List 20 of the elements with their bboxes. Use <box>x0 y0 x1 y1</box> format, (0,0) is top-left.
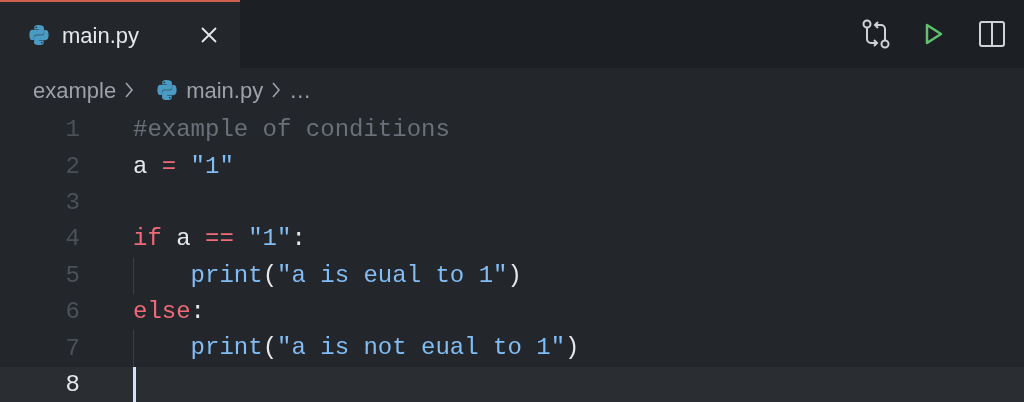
code-line: print("a is eual to 1") <box>133 257 522 294</box>
code-line: #example of conditions <box>133 115 450 146</box>
code-line: else: <box>133 297 205 328</box>
python-icon <box>156 79 179 101</box>
editor-tab[interactable]: main.py <box>0 0 240 68</box>
run-icon[interactable] <box>924 22 944 46</box>
chevron-icon <box>124 81 135 99</box>
line-number: 8 <box>64 369 80 400</box>
close-icon[interactable] <box>200 26 218 44</box>
code-line: a = "1" <box>133 151 234 182</box>
breadcrumb-item[interactable]: example <box>33 73 117 107</box>
breadcrumb-item[interactable]: main.py <box>186 73 264 107</box>
text-cursor <box>133 366 136 402</box>
chevron-icon <box>271 81 282 99</box>
split-editor-icon[interactable] <box>978 20 1006 48</box>
code-line: if a == "1": <box>133 224 306 255</box>
code-line: print("a is not eual to 1") <box>133 330 580 367</box>
breadcrumb-item[interactable]: … <box>289 73 312 107</box>
source-control-icon[interactable] <box>862 19 890 49</box>
python-icon <box>28 24 50 46</box>
